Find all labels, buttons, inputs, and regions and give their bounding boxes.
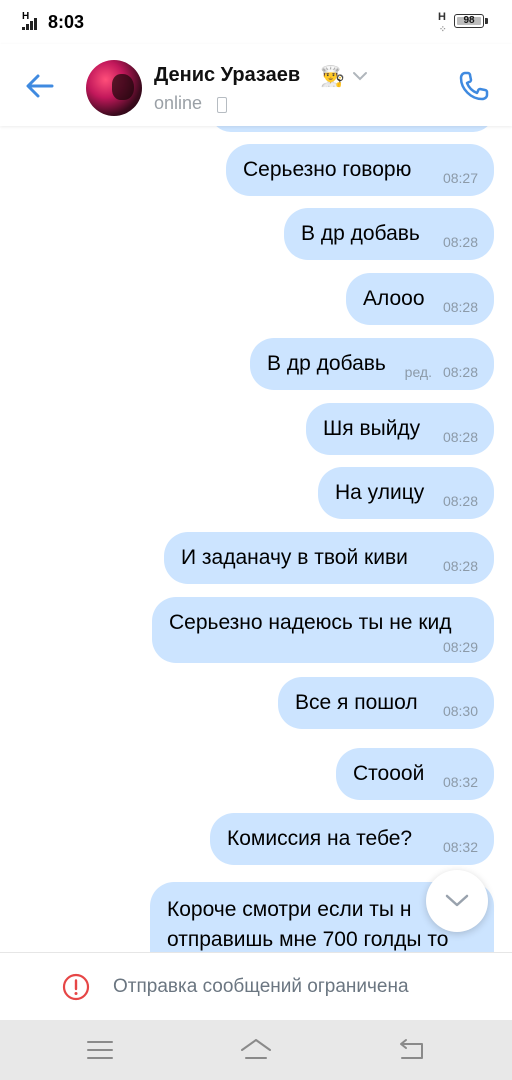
contact-name[interactable]: Денис Уразаев	[154, 64, 300, 87]
phone-icon	[459, 71, 489, 101]
message-text: И заданачу в твой киви	[181, 546, 408, 569]
battery-icon: 98	[454, 14, 488, 28]
message-time: 08:32	[442, 839, 478, 855]
arrow-left-icon	[26, 74, 54, 98]
message-time: 08:28	[442, 364, 478, 380]
message-text: Все я пошол	[295, 691, 418, 714]
message-text-line-2: отправишь мне 700 голды то	[167, 928, 449, 951]
message-text: На улицу	[335, 481, 425, 504]
signal-left-icon: H	[22, 12, 42, 32]
message-bubble[interactable]: В др добавь ред. 08:28	[250, 338, 494, 390]
back-nav-button[interactable]	[394, 1036, 430, 1064]
message-text: Комиссия на тебе?	[227, 827, 413, 850]
chevron-down-icon[interactable]	[352, 70, 368, 82]
message-bubble[interactable]: И заданачу в твой киви 08:28	[164, 532, 494, 584]
chef-emoji: 👨‍🍳	[320, 66, 345, 88]
message-bubble[interactable]: В др добавь 08:28	[284, 208, 494, 260]
message-time: 08:28	[442, 558, 478, 574]
message-bubble[interactable]: Стооой 08:32	[336, 748, 494, 800]
status-time: 8:03	[48, 12, 85, 32]
message-text: Серьезно говорю	[243, 158, 412, 181]
contact-status: online	[154, 93, 203, 113]
network-type-label: H	[22, 11, 30, 22]
message-bubble[interactable]: Шя выйду 08:28	[306, 403, 494, 455]
avatar[interactable]	[86, 60, 142, 116]
call-button[interactable]	[456, 68, 492, 104]
battery-level: 98	[463, 15, 475, 26]
home-button[interactable]	[238, 1036, 274, 1064]
message-bubble[interactable]: Серьезно надеюсь ты не кид 08:29	[152, 597, 494, 663]
message-text: В др добавь	[301, 222, 420, 245]
message-text: В др добавь	[267, 352, 386, 375]
chat-header: Денис Уразаев 👨‍🍳 online	[0, 44, 512, 126]
message-time: 08:27	[442, 170, 478, 186]
message-bubble[interactable]: Все я пошол 08:30	[278, 677, 494, 729]
mobile-icon	[217, 97, 227, 113]
message-bubble[interactable]: Комиссия на тебе? 08:32	[210, 813, 494, 865]
edited-label: ред.	[404, 364, 432, 380]
message-time: 08:29	[442, 639, 478, 655]
message-text: Стооой	[353, 762, 425, 785]
message-text-line-1: Короче смотри если ты н	[167, 898, 412, 921]
status-bar: H 8:03 H ⁘ 98	[0, 0, 512, 44]
message-list[interactable]: Серьезно говорю 08:27 В др добавь 08:28 …	[0, 126, 512, 952]
home-icon	[241, 1039, 271, 1059]
message-time: 08:28	[442, 234, 478, 250]
signal-right-icon: H ⁘	[438, 11, 447, 35]
system-nav-bar	[0, 1020, 512, 1080]
message-text: Шя выйду	[323, 417, 421, 440]
menu-button[interactable]	[82, 1036, 118, 1064]
message-bubble-partial[interactable]	[210, 126, 494, 132]
message-bubble[interactable]: Алооо 08:28	[346, 273, 494, 325]
message-bubble[interactable]: На улицу 08:28	[318, 467, 494, 519]
restriction-text: Отправка сообщений ограничена	[113, 976, 409, 997]
back-icon	[400, 1039, 423, 1059]
chevron-down-icon	[445, 894, 469, 907]
message-time: 08:28	[442, 493, 478, 509]
back-button[interactable]	[22, 68, 58, 104]
message-text: Алооо	[363, 287, 425, 310]
message-time: 08:28	[442, 429, 478, 445]
message-time: 08:30	[442, 703, 478, 719]
message-bubble[interactable]: Серьезно говорю 08:27	[226, 144, 494, 196]
scroll-to-bottom-button[interactable]	[426, 870, 488, 932]
message-time: 08:28	[442, 299, 478, 315]
messaging-restricted-bar: Отправка сообщений ограничена	[0, 952, 512, 1021]
message-time: 08:32	[442, 774, 478, 790]
message-text: Серьезно надеюсь ты не кид	[169, 611, 452, 634]
exclamation-circle-icon	[62, 973, 90, 1001]
menu-icon	[87, 1041, 113, 1059]
network-type-right-label: H	[438, 11, 446, 23]
